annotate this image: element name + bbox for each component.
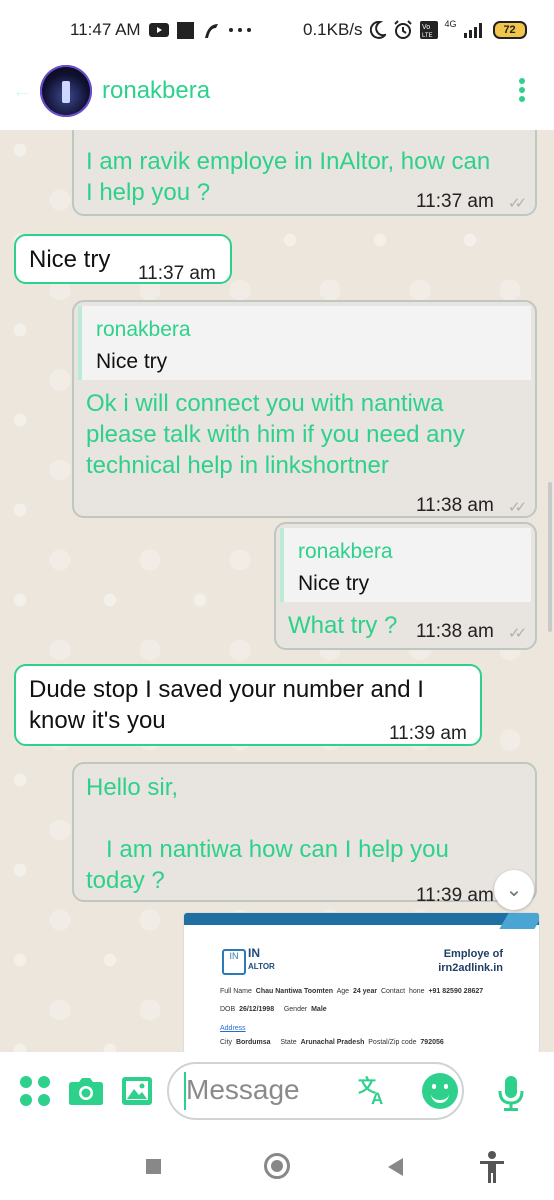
more-options-icon[interactable] [516,78,528,106]
document-row-name: Full Name Chau Nantiwa Toomten Age 24 ye… [220,988,484,995]
message-line: Nice try [29,246,111,273]
message-line: Dude stop I saved your number and I [29,676,424,703]
message-time: 11:39 am [416,885,494,906]
document-row-dob: DOB 26/12/1998 Gender Male [220,1006,327,1013]
message-bubble[interactable]: Nice try 11:37 am [14,234,232,284]
volte-icon: Vo LTE [419,21,438,39]
home-icon[interactable] [264,1153,290,1179]
document-address-link: Address [220,1025,246,1032]
message-line [86,803,449,834]
message-line: please talk with him if you need any [86,421,465,448]
message-line: today ? [86,867,165,894]
accessibility-icon[interactable] [478,1150,506,1184]
back-icon[interactable] [388,1158,403,1176]
youtube-icon [148,23,169,37]
message-bubble[interactable]: I am ravik employe in InAltor, how can I… [72,130,537,216]
status-bar: 11:47 AM 0.1KB/s Vo LTE 4G 72 [0,0,554,62]
message-time: 11:38 am [416,621,494,642]
app-notification-icon [204,23,218,38]
square-notification-icon [176,21,194,39]
network-type: 4G [444,19,457,29]
message-bubble[interactable]: ronakbera Nice try What try ? 11:38 am ✓… [274,522,537,650]
translate-icon[interactable]: 文 A [357,1074,389,1106]
message-time: 11:39 am [389,723,467,744]
message-line: know it's you [29,707,166,734]
message-line: I am nantiwa how can I help you [86,836,449,863]
status-time: 11:47 AM [70,20,141,39]
double-check-icon: ✓✓ [508,195,527,212]
message-line: What try ? [288,612,398,639]
quoted-author: ronakbera [298,540,393,563]
battery-level: 72 [503,24,516,36]
document-title: Employe of irn2adlink.in [438,948,503,974]
scroll-to-bottom-button[interactable]: ⌄ [494,870,534,910]
back-arrow-icon[interactable]: ← [12,80,32,103]
camera-icon[interactable] [68,1076,104,1106]
contact-name[interactable]: ronakbera [102,77,210,105]
quoted-text: Nice try [298,572,370,595]
chevron-down-icon: ⌄ [505,879,523,901]
message-bubble[interactable]: Dude stop I saved your number and I know… [14,664,482,746]
double-check-icon: ✓✓ [508,625,527,642]
double-check-icon: ✓✓ [508,499,527,516]
avatar[interactable] [40,65,92,117]
attach-grid-icon[interactable] [20,1076,52,1108]
document-header-band [184,913,539,925]
alarm-icon [393,20,412,39]
network-speed: 0.1KB/s [303,20,363,39]
message-placeholder: Message [186,1074,300,1105]
moon-icon [369,21,386,39]
gallery-icon[interactable] [121,1076,153,1106]
document-image-preview[interactable]: IN IN ALTOR Employe of irn2adlink.in Ful… [183,912,540,1052]
inaltor-logo-icon: IN [222,949,246,975]
message-time: 11:37 am [416,191,494,212]
message-line: Hello sir, [86,774,179,801]
microphone-icon[interactable] [496,1074,526,1112]
message-time: 11:38 am [416,495,494,516]
more-notifications-icon [228,28,251,32]
quoted-text: Nice try [96,350,168,373]
scrollbar[interactable] [548,482,552,632]
document-brand: IN ALTOR [248,946,275,972]
battery-icon: 72 [492,21,527,39]
message-bubble[interactable]: Hello sir, I am nantiwa how can I help y… [72,762,537,906]
emoji-icon[interactable] [422,1073,458,1109]
message-line: technical help in linkshortner [86,452,389,479]
svg-text:A: A [371,1089,383,1106]
message-time: 11:37 am [138,263,216,284]
signal-icon [463,23,482,38]
document-row-address: City Bordumsa State Arunachal Pradesh Po… [220,1039,444,1046]
message-line: I am ravik employe in InAltor, how can [86,148,491,175]
quoted-message[interactable]: ronakbera Nice try [280,528,531,602]
message-bubble[interactable]: ronakbera Nice try Ok i will connect you… [72,300,537,518]
svg-text:LTE: LTE [422,33,433,39]
message-line: Ok i will connect you with nantiwa [86,390,444,417]
chat-area[interactable]: I am ravik employe in InAltor, how can I… [0,130,554,1052]
svg-text:Vo: Vo [422,24,430,31]
recent-apps-icon[interactable] [146,1159,161,1174]
quoted-author: ronakbera [96,318,191,341]
quoted-message[interactable]: ronakbera Nice try [78,306,531,380]
